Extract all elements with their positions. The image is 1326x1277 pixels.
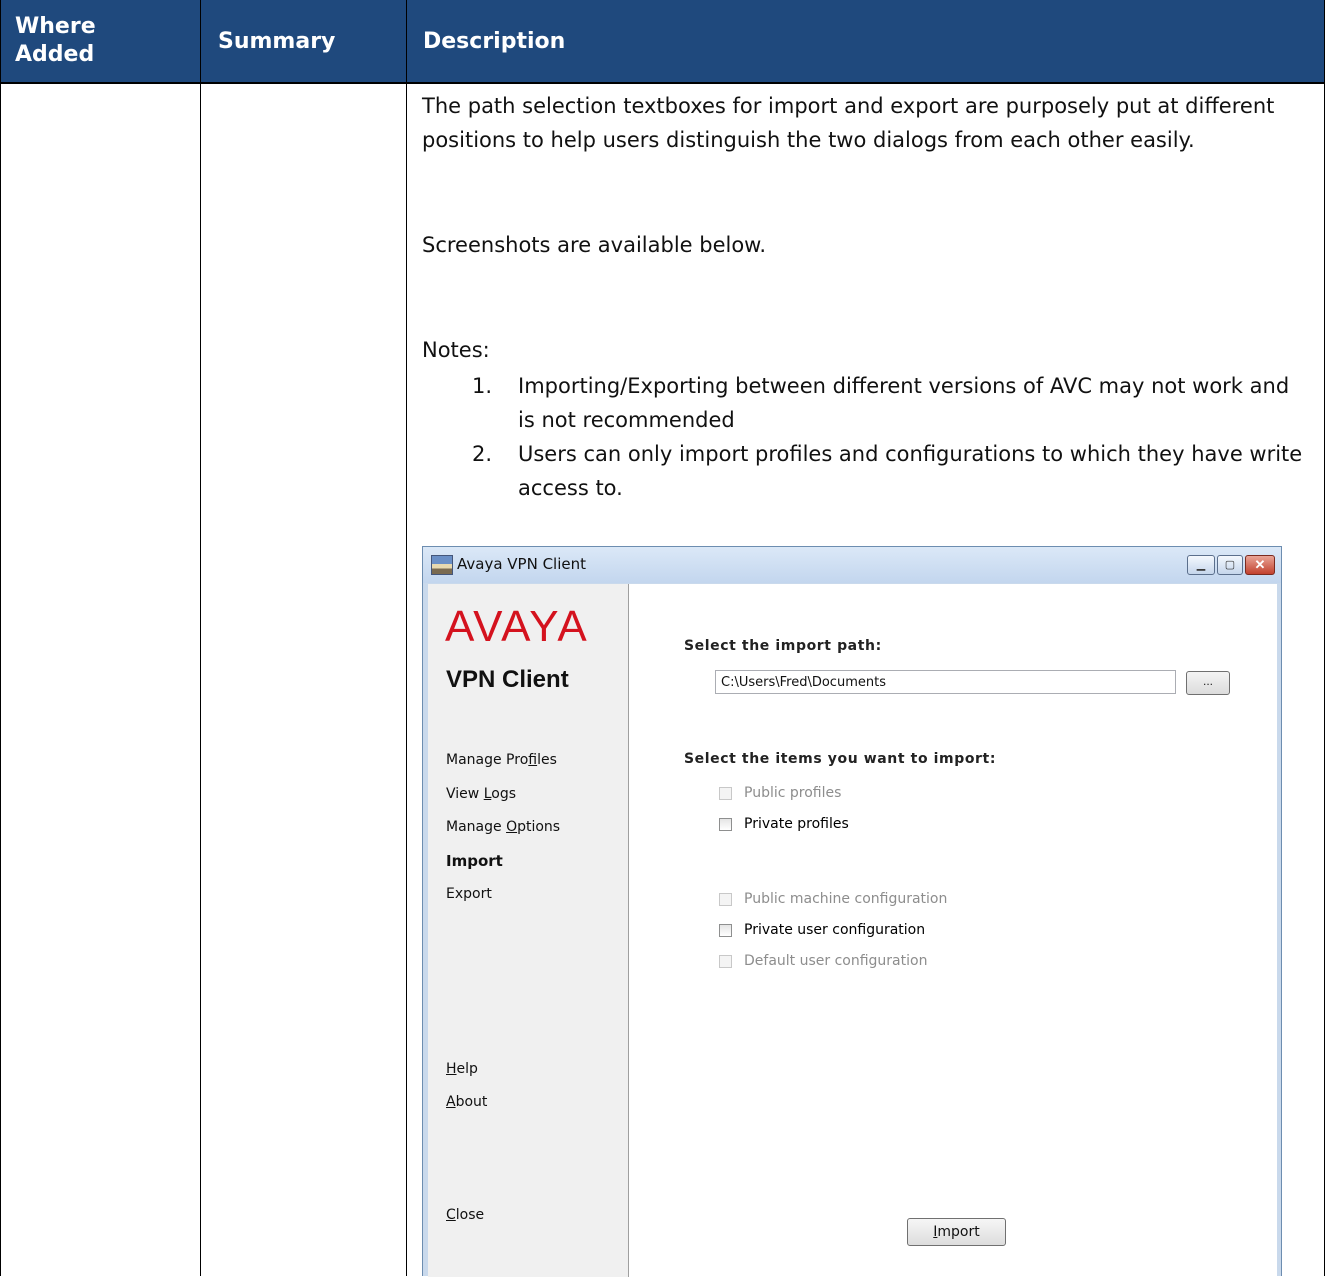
- sidebar-item-close[interactable]: Close: [446, 1207, 484, 1223]
- window-titlebar[interactable]: Avaya VPN Client ▁ ▢ ✕: [423, 547, 1281, 583]
- product-name: VPN Client: [446, 666, 569, 693]
- mnemonic-letter: H: [446, 1061, 457, 1077]
- sidebar-item-view-logs[interactable]: View Logs: [446, 786, 516, 802]
- mnemonic-letter: O: [506, 819, 518, 835]
- public-machine-configuration-option: Public machine configuration: [719, 890, 947, 908]
- description-paragraph: The path selection textboxes for import …: [422, 94, 1275, 152]
- sidebar-item-export[interactable]: Export: [446, 886, 492, 902]
- mnemonic-letter: A: [446, 1094, 456, 1110]
- list-number: 1.: [472, 374, 493, 398]
- checkbox-label: Private user configuration: [744, 922, 926, 938]
- sidebar-item-label: View: [446, 786, 484, 802]
- list-text: Importing/Exporting between different ve…: [518, 374, 1290, 432]
- sidebar-item-label: Manage: [446, 819, 507, 835]
- sidebar-item-import[interactable]: Import: [446, 852, 503, 870]
- sidebar-item-label: iles: [537, 752, 557, 768]
- avaya-logo: AVAYA: [445, 602, 589, 651]
- table-border-right: [1324, 0, 1325, 1276]
- list-number: 2.: [472, 442, 493, 466]
- import-items-label: Select the items you want to import:: [684, 751, 997, 767]
- description-paragraph: Screenshots are available below.: [422, 233, 767, 257]
- header-where-added: Where Added: [15, 14, 96, 67]
- sidebar-item-label: Import: [446, 852, 503, 870]
- document-table: Where Added Summary Description The path…: [0, 0, 1326, 1277]
- checkbox: [719, 892, 732, 906]
- sidebar-item-label: bout: [455, 1094, 488, 1110]
- maximize-button[interactable]: ▢: [1217, 555, 1243, 575]
- notes-list: 1. Importing/Exporting between different …: [472, 369, 1312, 505]
- import-button[interactable]: Import: [907, 1218, 1006, 1246]
- list-item: 1. Importing/Exporting between different …: [472, 369, 1312, 437]
- button-label: mport: [937, 1224, 980, 1240]
- header-summary: Summary: [218, 28, 336, 54]
- checkbox-label: Public machine configuration: [744, 891, 948, 907]
- app-icon: [431, 555, 453, 575]
- vpn-client-window: Avaya VPN Client ▁ ▢ ✕ AVAYA VPN Client …: [422, 546, 1282, 1277]
- sidebar-item-label: ptions: [517, 819, 561, 835]
- header-description: Description: [423, 28, 566, 54]
- checkbox-label: Public profiles: [744, 785, 842, 801]
- default-user-configuration-option: Default user configuration: [719, 952, 927, 970]
- table-border-left: [0, 0, 1, 1276]
- mnemonic-letter: C: [446, 1207, 456, 1223]
- sidebar-item-label: elp: [456, 1061, 478, 1077]
- sidebar: AVAYA VPN Client Manage Profiles View Lo…: [428, 584, 629, 1277]
- list-text: Users can only import profiles and confi…: [518, 442, 1303, 500]
- public-profiles-option: Public profiles: [719, 784, 841, 802]
- column-divider-1: [200, 0, 201, 1276]
- checkbox: [719, 954, 732, 968]
- private-user-configuration-option[interactable]: Private user configuration: [719, 921, 925, 939]
- list-item: 2. Users can only import profiles and con…: [472, 437, 1312, 505]
- sidebar-item-manage-profiles[interactable]: Manage Profiles: [446, 752, 557, 768]
- import-path-input[interactable]: [715, 670, 1176, 694]
- notes-heading: Notes:: [422, 338, 490, 362]
- minimize-button[interactable]: ▁: [1187, 555, 1215, 575]
- checkbox[interactable]: [719, 923, 732, 937]
- sidebar-item-label: Manage Pro: [446, 752, 529, 768]
- sidebar-item-label: Export: [446, 886, 492, 902]
- close-window-button[interactable]: ✕: [1245, 555, 1275, 575]
- checkbox-label: Default user configuration: [744, 953, 928, 969]
- window-client-area: AVAYA VPN Client Manage Profiles View Lo…: [428, 584, 1277, 1277]
- import-panel: Select the import path: ... Select the i…: [629, 584, 1277, 1277]
- sidebar-item-help[interactable]: Help: [446, 1061, 478, 1077]
- browse-button[interactable]: ...: [1186, 671, 1230, 695]
- sidebar-item-about[interactable]: About: [446, 1094, 487, 1110]
- column-divider-2: [406, 0, 407, 1276]
- sidebar-item-manage-options[interactable]: Manage Options: [446, 819, 560, 835]
- sidebar-item-label: lose: [455, 1207, 485, 1223]
- checkbox: [719, 786, 732, 800]
- sidebar-item-label: ogs: [491, 786, 516, 802]
- import-path-label: Select the import path:: [684, 638, 882, 654]
- mnemonic-letter: f: [528, 752, 538, 768]
- checkbox[interactable]: [719, 817, 732, 831]
- private-profiles-option[interactable]: Private profiles: [719, 815, 849, 833]
- window-title: Avaya VPN Client: [457, 555, 587, 573]
- checkbox-label: Private profiles: [744, 816, 849, 832]
